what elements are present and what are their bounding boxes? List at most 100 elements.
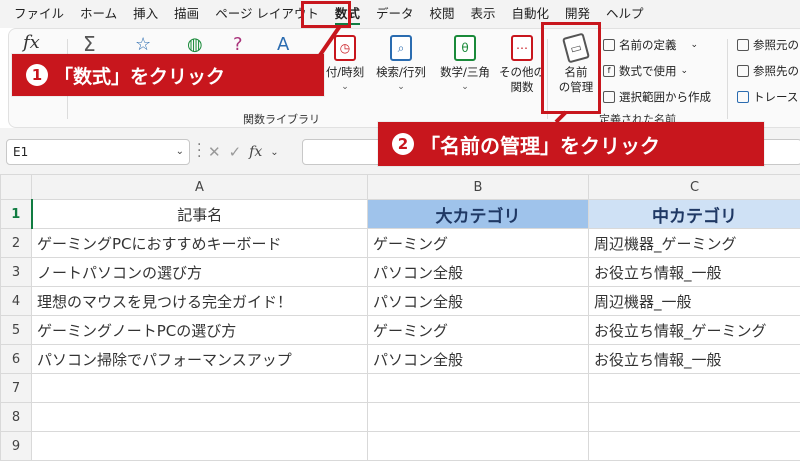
column-header-c[interactable]: C (589, 175, 800, 200)
menu-data[interactable]: データ (368, 0, 422, 28)
create-from-selection-button[interactable]: 選択範囲から作成 (603, 89, 711, 105)
trace-precedents-button[interactable]: 参照元の (737, 37, 799, 53)
math-label: 数学/三角 (440, 65, 490, 80)
chevron-down-icon: ⌄ (691, 40, 699, 50)
table-cell[interactable]: パソコン全般 (368, 287, 589, 316)
chevron-down-icon: ⌄ (341, 80, 349, 95)
menu-insert[interactable]: 挿入 (125, 0, 166, 28)
step-number-badge: 2 (392, 133, 414, 155)
table-row: 7 (1, 374, 800, 403)
chevron-down-icon[interactable]: ⌄ (176, 140, 184, 164)
menu-developer[interactable]: 開発 (557, 0, 598, 28)
menu-automate[interactable]: 自動化 (503, 0, 557, 28)
insert-function-icon[interactable]: fx (249, 144, 262, 160)
table-cell[interactable]: お役立ち情報_一般 (589, 345, 800, 374)
trace-precedents-icon (737, 39, 749, 51)
remove-arrows-button[interactable]: トレース (737, 89, 798, 105)
define-name-icon (603, 39, 615, 51)
table-cell[interactable] (32, 432, 368, 461)
table-cell[interactable]: 周辺機器_一般 (589, 287, 800, 316)
table-cell[interactable]: ゲーミングPCにおすすめキーボード (32, 229, 368, 258)
table-cell[interactable]: お役立ち情報_ゲーミング (589, 316, 800, 345)
table-row: 8 (1, 403, 800, 432)
cell-c1[interactable]: 中カテゴリ (589, 200, 800, 229)
check-icon[interactable]: ✓ (229, 143, 242, 161)
logical-button[interactable]: ? (233, 37, 243, 52)
row-header[interactable]: 6 (1, 345, 32, 374)
menu-view[interactable]: 表示 (462, 0, 503, 28)
financial-button[interactable]: ◍ (187, 37, 203, 52)
trace-dependents-button[interactable]: 参照先の (737, 63, 799, 79)
insert-function-button[interactable]: fx (23, 35, 40, 50)
table-cell[interactable]: お役立ち情報_一般 (589, 258, 800, 287)
row-header[interactable]: 8 (1, 403, 32, 432)
select-all-corner[interactable] (1, 175, 32, 200)
text-button[interactable]: A (277, 37, 289, 52)
table-cell[interactable]: ゲーミング (368, 316, 589, 345)
chevron-down-icon: ⌄ (681, 66, 689, 76)
use-in-formula-button[interactable]: f 数式で使用 ⌄ (603, 63, 688, 79)
row-header[interactable]: 5 (1, 316, 32, 345)
menu-home[interactable]: ホーム (72, 0, 125, 28)
lookup-button[interactable]: ⌕ 検索/行列 ⌄ (371, 35, 431, 95)
menu-draw[interactable]: 描画 (166, 0, 207, 28)
trace-dependents-icon (737, 65, 749, 77)
autosum-button[interactable]: Σ (83, 37, 96, 52)
table-row: 9 (1, 432, 800, 461)
clock-icon: ◷ (334, 35, 356, 61)
row-header[interactable]: 7 (1, 374, 32, 403)
chevron-down-icon: ⌄ (461, 80, 469, 95)
row-header[interactable]: 2 (1, 229, 32, 258)
more-options-icon[interactable]: ··· (197, 142, 201, 160)
callout-step-1: 1 「数式」をクリック (12, 54, 324, 96)
row-header[interactable]: 4 (1, 287, 32, 316)
math-trig-button[interactable]: θ 数学/三角 ⌄ (435, 35, 495, 95)
cancel-icon[interactable]: ✕ (208, 143, 221, 161)
table-cell[interactable]: パソコン掃除でパフォーマンスアップ (32, 345, 368, 374)
more-functions-button[interactable]: ⋯ その他の 関数 (497, 35, 547, 95)
table-cell[interactable] (368, 403, 589, 432)
table-cell[interactable]: パソコン全般 (368, 345, 589, 374)
use-in-formula-label: 数式で使用 (619, 63, 677, 79)
table-cell[interactable] (32, 374, 368, 403)
table-cell[interactable]: ゲーミングノートPCの選び方 (32, 316, 368, 345)
cell-a1[interactable]: 記事名 (32, 200, 368, 229)
table-cell[interactable] (368, 374, 589, 403)
menu-formulas[interactable]: 数式 (327, 0, 368, 28)
table-row: 2 ゲーミングPCにおすすめキーボード ゲーミング 周辺機器_ゲーミング (1, 229, 800, 258)
database-icon: ◍ (187, 37, 203, 52)
table-cell[interactable]: 周辺機器_ゲーミング (589, 229, 800, 258)
datetime-button[interactable]: ◷ 付/時刻 ⌄ (323, 35, 367, 95)
row-header[interactable]: 9 (1, 432, 32, 461)
recently-used-button[interactable]: ☆ (135, 37, 151, 52)
column-header-b[interactable]: B (368, 175, 589, 200)
table-cell[interactable] (589, 374, 800, 403)
table-cell[interactable] (589, 403, 800, 432)
table-cell[interactable] (32, 403, 368, 432)
table-cell[interactable] (368, 432, 589, 461)
menu-help[interactable]: ヘルプ (598, 0, 652, 28)
callout-step-2: 2 「名前の管理」をクリック (378, 122, 764, 166)
step-number-badge: 1 (26, 64, 48, 86)
table-cell[interactable]: 理想のマウスを見つける完全ガイド！ (32, 287, 368, 316)
name-box[interactable]: E1 ⌄ (6, 139, 190, 165)
table-row: 4 理想のマウスを見つける完全ガイド！ パソコン全般 周辺機器_一般 (1, 287, 800, 316)
table-cell[interactable]: パソコン全般 (368, 258, 589, 287)
menu-page-layout[interactable]: ページ レイアウト (207, 0, 327, 28)
datetime-label: 付/時刻 (326, 65, 364, 80)
table-cell[interactable]: ゲーミング (368, 229, 589, 258)
column-header-a[interactable]: A (32, 175, 368, 200)
menu-file[interactable]: ファイル (6, 0, 72, 28)
define-name-button[interactable]: 名前の定義 ⌄ (603, 37, 698, 53)
table-row: 3 ノートパソコンの選び方 パソコン全般 お役立ち情報_一般 (1, 258, 800, 287)
row-header[interactable]: 3 (1, 258, 32, 287)
cell-b1[interactable]: 大カテゴリ (368, 200, 589, 229)
table-cell[interactable] (589, 432, 800, 461)
chevron-down-icon[interactable]: ⌄ (270, 147, 278, 158)
ribbon-separator (727, 39, 728, 119)
menu-review[interactable]: 校閲 (421, 0, 462, 28)
table-cell[interactable]: ノートパソコンの選び方 (32, 258, 368, 287)
row-header[interactable]: 1 (1, 200, 32, 229)
name-manager-button[interactable]: ▭ 名前 の管理 (551, 35, 601, 95)
trace-label: トレース (753, 89, 798, 105)
